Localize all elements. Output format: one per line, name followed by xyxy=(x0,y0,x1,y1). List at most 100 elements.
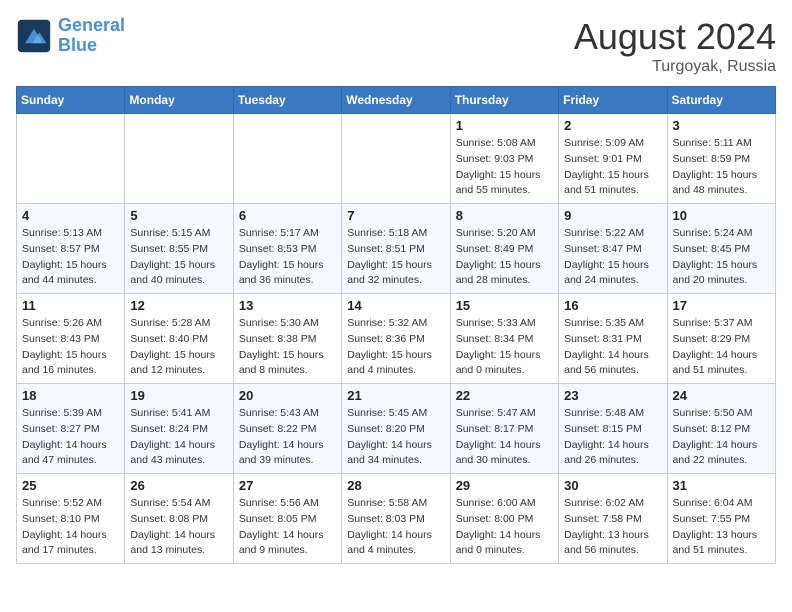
day-cell: 10Sunrise: 5:24 AM Sunset: 8:45 PM Dayli… xyxy=(667,204,775,294)
day-cell: 27 Sunrise: 5:56 AM Sunset: 8:05 PM Dayli… xyxy=(233,474,341,564)
day-cell: 5 Sunrise: 5:15 AM Sunset: 8:55 PM Daylig… xyxy=(125,204,233,294)
day-number: 23 xyxy=(564,388,661,403)
day-number: 9 xyxy=(564,208,661,223)
day-number: 8 xyxy=(456,208,553,223)
day-cell xyxy=(17,114,125,204)
logo: General Blue xyxy=(16,16,125,56)
day-info: Sunrise: 5:54 AM Sunset: 8:08 PM Dayligh… xyxy=(130,496,227,559)
day-info: Sunrise: 6:04 AM Sunset: 7:55 PM Dayligh… xyxy=(673,496,770,559)
week-row-5: 25Sunrise: 5:52 AM Sunset: 8:10 PM Dayli… xyxy=(17,474,776,564)
day-info: Sunrise: 5:24 AM Sunset: 8:45 PM Dayligh… xyxy=(673,226,770,289)
day-number: 19 xyxy=(130,388,227,403)
day-number: 17 xyxy=(673,298,770,313)
day-cell: 17 Sunrise: 5:37 AM Sunset: 8:29 PM Dayli… xyxy=(667,294,775,384)
day-info: Sunrise: 5:58 AM Sunset: 8:03 PM Dayligh… xyxy=(347,496,444,559)
day-number: 4 xyxy=(22,208,119,223)
week-row-3: 11 Sunrise: 5:26 AM Sunset: 8:43 PM Dayli… xyxy=(17,294,776,384)
day-info: Sunrise: 6:00 AM Sunset: 8:00 PM Dayligh… xyxy=(456,496,553,559)
day-info: Sunrise: 5:09 AM Sunset: 9:01 PM Dayligh… xyxy=(564,136,661,199)
day-info: Sunrise: 5:30 AM Sunset: 8:38 PM Dayligh… xyxy=(239,316,336,379)
day-info: Sunrise: 5:45 AM Sunset: 8:20 PM Dayligh… xyxy=(347,406,444,469)
day-number: 20 xyxy=(239,388,336,403)
day-info: Sunrise: 5:52 AM Sunset: 8:10 PM Dayligh… xyxy=(22,496,119,559)
calendar-table: Sunday Monday Tuesday Wednesday Thursday… xyxy=(16,86,776,564)
day-number: 15 xyxy=(456,298,553,313)
day-info: Sunrise: 5:33 AM Sunset: 8:34 PM Dayligh… xyxy=(456,316,553,379)
day-cell: 16Sunrise: 5:35 AM Sunset: 8:31 PM Dayli… xyxy=(559,294,667,384)
col-sunday: Sunday xyxy=(17,87,125,114)
day-info: Sunrise: 5:15 AM Sunset: 8:55 PM Dayligh… xyxy=(130,226,227,289)
day-cell xyxy=(342,114,450,204)
day-cell: 19 Sunrise: 5:41 AM Sunset: 8:24 PM Dayli… xyxy=(125,384,233,474)
day-info: Sunrise: 5:43 AM Sunset: 8:22 PM Dayligh… xyxy=(239,406,336,469)
logo-icon xyxy=(16,18,52,54)
day-number: 13 xyxy=(239,298,336,313)
day-info: Sunrise: 5:18 AM Sunset: 8:51 PM Dayligh… xyxy=(347,226,444,289)
day-number: 12 xyxy=(130,298,227,313)
month-year: August 2024 xyxy=(574,16,776,58)
day-info: Sunrise: 5:17 AM Sunset: 8:53 PM Dayligh… xyxy=(239,226,336,289)
day-cell: 14Sunrise: 5:32 AM Sunset: 8:36 PM Dayli… xyxy=(342,294,450,384)
day-cell: 2 Sunrise: 5:09 AM Sunset: 9:01 PM Daylig… xyxy=(559,114,667,204)
day-info: Sunrise: 5:50 AM Sunset: 8:12 PM Dayligh… xyxy=(673,406,770,469)
calendar-header: Sunday Monday Tuesday Wednesday Thursday… xyxy=(17,87,776,114)
day-info: Sunrise: 6:02 AM Sunset: 7:58 PM Dayligh… xyxy=(564,496,661,559)
day-info: Sunrise: 5:11 AM Sunset: 8:59 PM Dayligh… xyxy=(673,136,770,199)
day-info: Sunrise: 5:28 AM Sunset: 8:40 PM Dayligh… xyxy=(130,316,227,379)
day-number: 29 xyxy=(456,478,553,493)
day-cell: 25Sunrise: 5:52 AM Sunset: 8:10 PM Dayli… xyxy=(17,474,125,564)
day-cell: 26 Sunrise: 5:54 AM Sunset: 8:08 PM Dayli… xyxy=(125,474,233,564)
day-info: Sunrise: 5:56 AM Sunset: 8:05 PM Dayligh… xyxy=(239,496,336,559)
day-info: Sunrise: 5:47 AM Sunset: 8:17 PM Dayligh… xyxy=(456,406,553,469)
day-number: 6 xyxy=(239,208,336,223)
day-cell: 20 Sunrise: 5:43 AM Sunset: 8:22 PM Dayli… xyxy=(233,384,341,474)
day-info: Sunrise: 5:08 AM Sunset: 9:03 PM Dayligh… xyxy=(456,136,553,199)
day-number: 2 xyxy=(564,118,661,133)
day-cell: 23 Sunrise: 5:48 AM Sunset: 8:15 PM Dayli… xyxy=(559,384,667,474)
day-cell: 18Sunrise: 5:39 AM Sunset: 8:27 PM Dayli… xyxy=(17,384,125,474)
day-info: Sunrise: 5:37 AM Sunset: 8:29 PM Dayligh… xyxy=(673,316,770,379)
calendar-body: 1 Sunrise: 5:08 AM Sunset: 9:03 PM Daylig… xyxy=(17,114,776,564)
day-cell xyxy=(125,114,233,204)
week-row-2: 4Sunrise: 5:13 AM Sunset: 8:57 PM Daylig… xyxy=(17,204,776,294)
day-info: Sunrise: 5:35 AM Sunset: 8:31 PM Dayligh… xyxy=(564,316,661,379)
day-cell: 3Sunrise: 5:11 AM Sunset: 8:59 PM Daylig… xyxy=(667,114,775,204)
day-cell: 31Sunrise: 6:04 AM Sunset: 7:55 PM Dayli… xyxy=(667,474,775,564)
day-info: Sunrise: 5:22 AM Sunset: 8:47 PM Dayligh… xyxy=(564,226,661,289)
day-number: 5 xyxy=(130,208,227,223)
day-number: 11 xyxy=(22,298,119,313)
col-monday: Monday xyxy=(125,87,233,114)
day-number: 26 xyxy=(130,478,227,493)
day-cell: 12 Sunrise: 5:28 AM Sunset: 8:40 PM Dayli… xyxy=(125,294,233,384)
location: Turgoyak, Russia xyxy=(574,58,776,76)
day-number: 1 xyxy=(456,118,553,133)
day-cell: 9 Sunrise: 5:22 AM Sunset: 8:47 PM Daylig… xyxy=(559,204,667,294)
day-cell: 28Sunrise: 5:58 AM Sunset: 8:03 PM Dayli… xyxy=(342,474,450,564)
day-number: 21 xyxy=(347,388,444,403)
day-info: Sunrise: 5:39 AM Sunset: 8:27 PM Dayligh… xyxy=(22,406,119,469)
day-cell: 13 Sunrise: 5:30 AM Sunset: 8:38 PM Dayli… xyxy=(233,294,341,384)
day-info: Sunrise: 5:20 AM Sunset: 8:49 PM Dayligh… xyxy=(456,226,553,289)
col-saturday: Saturday xyxy=(667,87,775,114)
day-number: 7 xyxy=(347,208,444,223)
day-cell: 22Sunrise: 5:47 AM Sunset: 8:17 PM Dayli… xyxy=(450,384,558,474)
day-info: Sunrise: 5:41 AM Sunset: 8:24 PM Dayligh… xyxy=(130,406,227,469)
day-info: Sunrise: 5:26 AM Sunset: 8:43 PM Dayligh… xyxy=(22,316,119,379)
logo-line2: Blue xyxy=(58,35,97,55)
day-info: Sunrise: 5:32 AM Sunset: 8:36 PM Dayligh… xyxy=(347,316,444,379)
day-cell: 6 Sunrise: 5:17 AM Sunset: 8:53 PM Daylig… xyxy=(233,204,341,294)
col-wednesday: Wednesday xyxy=(342,87,450,114)
page-header: General Blue August 2024 Turgoyak, Russi… xyxy=(16,16,776,76)
day-cell: 29 Sunrise: 6:00 AM Sunset: 8:00 PM Dayli… xyxy=(450,474,558,564)
day-cell: 30Sunrise: 6:02 AM Sunset: 7:58 PM Dayli… xyxy=(559,474,667,564)
day-number: 24 xyxy=(673,388,770,403)
col-friday: Friday xyxy=(559,87,667,114)
day-cell: 11 Sunrise: 5:26 AM Sunset: 8:43 PM Dayli… xyxy=(17,294,125,384)
day-cell: 8 Sunrise: 5:20 AM Sunset: 8:49 PM Daylig… xyxy=(450,204,558,294)
week-row-1: 1 Sunrise: 5:08 AM Sunset: 9:03 PM Daylig… xyxy=(17,114,776,204)
title-block: August 2024 Turgoyak, Russia xyxy=(574,16,776,76)
day-number: 27 xyxy=(239,478,336,493)
day-cell: 21 Sunrise: 5:45 AM Sunset: 8:20 PM Dayli… xyxy=(342,384,450,474)
day-info: Sunrise: 5:48 AM Sunset: 8:15 PM Dayligh… xyxy=(564,406,661,469)
week-row-4: 18Sunrise: 5:39 AM Sunset: 8:27 PM Dayli… xyxy=(17,384,776,474)
